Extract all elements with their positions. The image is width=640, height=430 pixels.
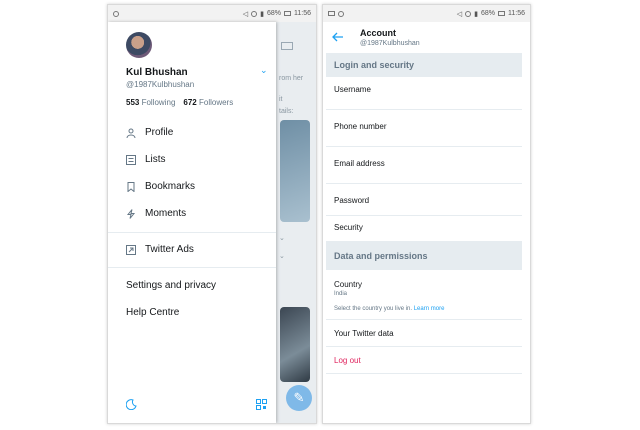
divider [326,183,522,184]
country-value: India [334,291,348,297]
avatar[interactable] [126,32,152,58]
phone-number-row[interactable]: Phone number [334,122,386,131]
following-count: 553 [126,98,140,107]
timeline-media [280,120,310,222]
list-icon [126,154,136,165]
divider [326,373,522,374]
status-bar: ◁ ▮ 68% 11:56 [323,5,530,22]
background-timeline: rom her it tails: ⌄ ⌄ ✎ [276,22,316,423]
followers-link[interactable]: 672 Followers [183,98,233,107]
menu-item-twitter-ads[interactable]: Twitter Ads [126,244,194,255]
signal-icon: ▮ [474,10,478,18]
settings-and-privacy-link[interactable]: Settings and privacy [126,280,216,291]
divider [326,109,522,110]
profile-handle: @1987Kulbhushan [126,80,195,89]
notification-icon [338,10,344,17]
lightning-icon [126,208,136,219]
divider [326,319,522,320]
drawer-screen: ◁ ▮ 68% 11:56 rom her it tails: ⌄ ⌄ ✎ Ku… [107,4,317,424]
qr-code-icon[interactable] [256,399,267,413]
timeline-media [280,307,310,382]
divider [326,215,522,216]
wifi-icon [251,10,258,17]
menu-item-label: Profile [145,127,174,138]
mail-icon [281,42,293,50]
following-label: Following [141,98,176,107]
battery-text: 68% [480,10,495,17]
email-address-row[interactable]: Email address [334,159,385,168]
chevron-down-icon[interactable]: ⌄ [260,65,268,76]
following-link[interactable]: 553 Following [126,98,175,107]
timeline-snippet: rom her [279,75,304,82]
account-screen: ◁ ▮ 68% 11:56 Account @1987Kulbhushan Lo… [322,4,531,424]
battery-icon [498,11,505,16]
mute-icon: ◁ [456,10,463,18]
night-mode-icon[interactable] [125,399,137,413]
navigation-drawer: Kul Bhushan @1987Kulbhushan ⌄ 553 Follow… [108,22,276,423]
time-text: 11:56 [294,10,311,17]
menu-item-profile[interactable]: Profile [126,127,173,138]
menu-item-label: Bookmarks [145,181,196,192]
country-hint: Select the country you live in. Learn mo… [334,306,444,312]
security-row[interactable]: Security [334,223,363,232]
signal-icon: ▮ [260,10,264,18]
divider [326,346,522,347]
section-login-security: Login and security [326,53,522,77]
learn-more-link[interactable]: Learn more [414,306,445,312]
followers-count: 672 [183,98,197,107]
followers-label: Followers [198,98,234,107]
divider [108,232,276,233]
chevron-down-icon: ⌄ [279,253,285,260]
profile-name: Kul Bhushan [126,67,188,78]
notification-icon [113,10,119,17]
log-out-button[interactable]: Log out [334,356,361,365]
timeline-snippet: it [279,96,283,103]
battery-text: 68% [266,10,281,17]
status-bar: ◁ ▮ 68% 11:56 [108,5,316,22]
menu-item-bookmarks[interactable]: Bookmarks [126,181,195,192]
bookmark-icon [126,181,136,192]
wifi-icon [465,10,472,17]
password-row[interactable]: Password [334,196,369,205]
country-hint-text: Select the country you live in. [334,306,413,312]
notification-icon [328,11,335,16]
divider [108,267,276,268]
app-header: Account @1987Kulbhushan [323,22,530,53]
timeline-snippet: tails: [279,108,294,115]
battery-icon [284,11,291,16]
menu-item-moments[interactable]: Moments [126,208,186,219]
divider [326,146,522,147]
menu-item-lists[interactable]: Lists [126,154,166,165]
menu-item-label: Lists [145,154,166,165]
person-icon [126,128,136,138]
help-centre-link[interactable]: Help Centre [126,307,179,318]
follow-stats: 553 Following 672 Followers [126,98,233,107]
twitter-data-row[interactable]: Your Twitter data [334,329,394,338]
mute-icon: ◁ [242,10,249,18]
external-link-icon [126,244,136,255]
time-text: 11:56 [508,10,525,17]
back-arrow-icon[interactable] [332,31,344,45]
menu-item-label: Twitter Ads [145,244,194,255]
compose-tweet-button[interactable]: ✎ [286,385,312,411]
menu-item-label: Moments [145,208,187,219]
account-handle: @1987Kulbhushan [360,40,420,47]
section-data-permissions: Data and permissions [326,241,522,270]
country-row[interactable]: Country [334,280,362,289]
chevron-down-icon: ⌄ [279,235,285,242]
username-row[interactable]: Username [334,85,371,94]
page-title: Account [360,28,396,38]
